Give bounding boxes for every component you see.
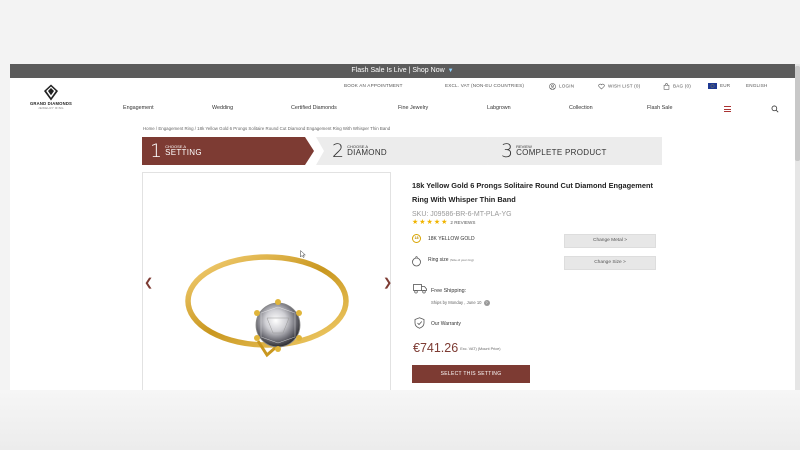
logo-subtext: JEWELRY RING (38, 106, 64, 110)
product-price: €741.26 Exc. VAT) (Mount Price) (413, 341, 501, 355)
prev-image-arrow[interactable]: ❮ (144, 276, 153, 289)
step-review[interactable]: 3 REVIEW COMPLETE PRODUCT (487, 137, 662, 165)
nav-flash-sale[interactable]: Flash Sale (647, 105, 672, 111)
nav-engagement[interactable]: Engagement (123, 105, 154, 111)
bag-link[interactable]: BAG (0) (663, 83, 691, 90)
user-icon (549, 83, 556, 90)
info-icon[interactable]: ? (483, 300, 490, 306)
vat-note: Exc. VAT) (Mount Price) (460, 346, 501, 351)
flash-sale-bar[interactable]: Flash Sale Is Live | Shop Now ▼ (10, 64, 795, 78)
step-choose-setting[interactable]: 1 CHOOSE A SETTING (142, 137, 314, 165)
shipping-date-text: Ships by Monday , June 10 (431, 300, 482, 306)
scrollbar[interactable] (795, 64, 800, 390)
step-big-label: DIAMOND (347, 147, 387, 157)
star-rating-icon: ★★★★★ (412, 219, 449, 226)
book-appointment-link[interactable]: BOOK AN APPOINTMENT (344, 83, 403, 88)
hamburger-menu-icon[interactable] (724, 106, 731, 112)
browser-page: Flash Sale Is Live | Shop Now ▼ BOOK AN A… (10, 64, 795, 390)
wishlist-link[interactable]: WISH LIST (0) (598, 83, 640, 90)
ring-size-text: Ring size (428, 257, 449, 263)
eu-flag-icon (708, 83, 717, 89)
nav-wedding[interactable]: Wedding (212, 105, 233, 111)
next-image-arrow[interactable]: ❯ (383, 276, 392, 289)
site-logo[interactable]: GRAND DIAMONDS JEWELRY RING (28, 84, 74, 110)
ring-size-note: (Size of your ring) (449, 258, 474, 262)
product-image-panel: ❮ ❯ (142, 172, 392, 390)
nav-fine-jewelry[interactable]: Fine Jewelry (398, 105, 428, 111)
currency-label: EUR (720, 83, 731, 89)
step-big-label: SETTING (165, 147, 202, 157)
step-number: 1 (150, 139, 163, 162)
heart-icon (598, 83, 605, 90)
login-link[interactable]: LOGIN (549, 83, 574, 90)
product-info: 18k Yellow Gold 6 Prongs Solitaire Round… (412, 179, 662, 218)
metal-label: 18K YELLOW GOLD (428, 236, 475, 242)
mouse-cursor-icon (300, 250, 306, 258)
select-setting-button[interactable]: SELECT THIS SETTING (412, 365, 530, 383)
change-metal-button[interactable]: Change Metal > (564, 234, 656, 248)
nav-collection[interactable]: Collection (569, 105, 593, 111)
scrollbar-thumb[interactable] (795, 66, 800, 161)
shipping-truck-icon (413, 284, 427, 294)
ring-size-label: Ring size (Size of your ring) (428, 257, 474, 263)
ring-image (185, 254, 349, 358)
bottom-background (0, 390, 800, 450)
price-value: €741.26 (413, 341, 459, 355)
step-choose-diamond[interactable]: 2 CHOOSE A DIAMOND (316, 137, 496, 165)
product-title-line1: 18k Yellow Gold 6 Prongs Solitaire Round… (412, 181, 653, 190)
shipping-date: Ships by Monday , June 10? (431, 300, 490, 306)
change-size-button[interactable]: Change Size > (564, 256, 656, 270)
language-selector[interactable]: ENGLISH (746, 83, 768, 88)
wishlist-label: WISH LIST (0) (608, 83, 641, 89)
step-number: 3 (501, 139, 514, 162)
flash-sale-text[interactable]: Flash Sale Is Live | Shop Now (351, 67, 444, 74)
breadcrumb[interactable]: Home / Engagement Ring / 18k Yellow Gold… (143, 126, 390, 131)
product-sku: SKU: J09586-BR-6-MT-PLA-YG (412, 211, 512, 218)
nav-labgrown[interactable]: Labgrown (487, 105, 511, 111)
diamond-logo-icon (44, 84, 58, 101)
step-progress: 1 CHOOSE A SETTING 2 CHOOSE A DIAMOND 3 RE… (142, 137, 662, 165)
chevron-down-icon: ▼ (447, 68, 454, 74)
rating[interactable]: ★★★★★ 2 REVIEWS (412, 218, 475, 226)
shipping-title: Free Shipping: (431, 288, 467, 294)
search-icon[interactable] (771, 105, 779, 113)
ring-size-icon (412, 256, 421, 267)
product-title-line2: Ring With Whisper Thin Band (412, 195, 516, 204)
login-label: LOGIN (559, 83, 575, 89)
screen: Flash Sale Is Live | Shop Now ▼ BOOK AN A… (0, 0, 800, 450)
bag-label: BAG (0) (673, 83, 691, 89)
warranty-shield-icon (414, 317, 425, 329)
bag-icon (663, 83, 670, 90)
step-number: 2 (332, 139, 345, 162)
product-title: 18k Yellow Gold 6 Prongs Solitaire Round… (412, 179, 662, 207)
metal-karat-badge: 18 (412, 234, 421, 243)
step-big-label: COMPLETE PRODUCT (516, 147, 607, 157)
warranty-link[interactable]: Our Warranty (431, 321, 461, 327)
currency-selector[interactable]: EUR (708, 83, 730, 89)
vat-toggle[interactable]: EXCL. VAT (NON-EU COUNTRIES) (445, 83, 524, 88)
review-count[interactable]: 2 REVIEWS (450, 220, 475, 225)
nav-certified-diamonds[interactable]: Certified Diamonds (291, 105, 337, 111)
